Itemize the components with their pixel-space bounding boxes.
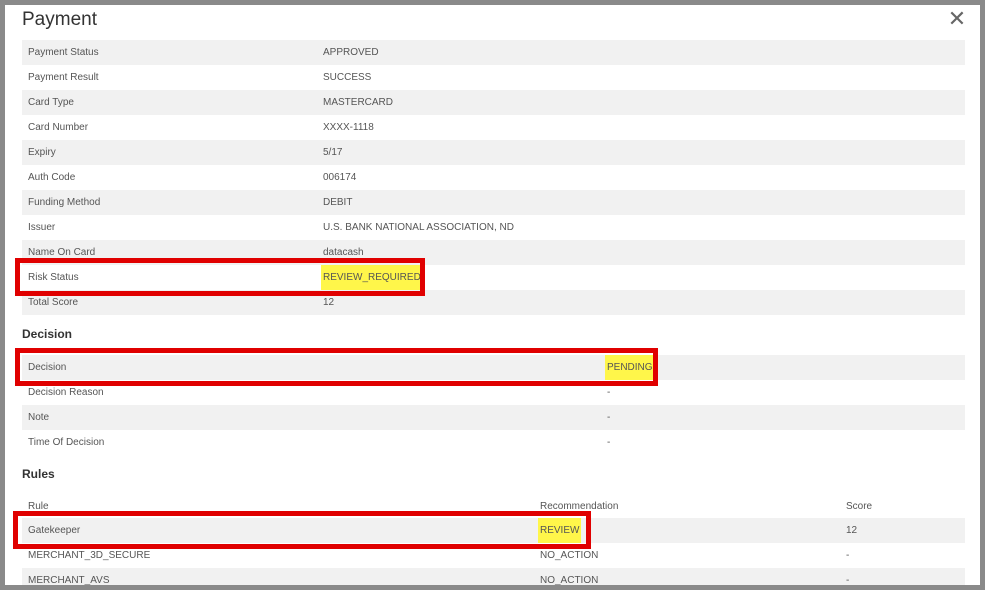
- rule-name: MERCHANT_AVS: [28, 575, 110, 585]
- row-value: 006174: [323, 172, 357, 183]
- row-value: MASTERCARD: [323, 97, 394, 108]
- rule-recommendation: NO_ACTION: [540, 575, 599, 585]
- row-value: 5/17: [323, 147, 343, 158]
- row-label: Card Type: [28, 97, 74, 108]
- rules-row: MERCHANT_AVS NO_ACTION -: [22, 568, 965, 585]
- row-label: Funding Method: [28, 197, 101, 208]
- row-label: Note: [28, 412, 50, 423]
- row-value: APPROVED: [323, 47, 379, 58]
- row-label: Payment Result: [28, 72, 99, 83]
- row-value: XXXX-1118: [323, 122, 374, 133]
- decision-heading: Decision: [22, 327, 73, 341]
- rules-col-score: Score: [846, 501, 873, 512]
- payment-row: Issuer U.S. BANK NATIONAL ASSOCIATION, N…: [22, 215, 965, 240]
- rules-heading: Rules: [22, 467, 55, 481]
- row-value: U.S. BANK NATIONAL ASSOCIATION, ND: [323, 222, 514, 233]
- rule-score: -: [846, 550, 850, 561]
- payment-row: Payment Status APPROVED: [22, 40, 965, 65]
- payment-row: Card Number XXXX-1118: [22, 115, 965, 140]
- payment-row: Expiry 5/17: [22, 140, 965, 165]
- payment-row: Funding Method DEBIT: [22, 190, 965, 215]
- payment-row: Auth Code 006174: [22, 165, 965, 190]
- row-label: Payment Status: [28, 47, 99, 58]
- payment-row: Payment Result SUCCESS: [22, 65, 965, 90]
- row-label: Expiry: [28, 147, 56, 158]
- row-label: Time Of Decision: [28, 437, 105, 448]
- row-label: Auth Code: [28, 172, 76, 183]
- annotation-box-risk-status: [15, 258, 425, 296]
- decision-row: Time Of Decision -: [22, 430, 965, 455]
- rule-score: -: [846, 575, 850, 585]
- row-label: Issuer: [28, 222, 56, 233]
- row-value: -: [607, 437, 611, 448]
- dialog-title: Payment: [22, 9, 97, 30]
- close-icon[interactable]: ✕: [945, 7, 969, 31]
- row-label: Card Number: [28, 122, 89, 133]
- row-value: SUCCESS: [323, 72, 372, 83]
- row-value: -: [607, 412, 611, 423]
- decision-row: Note -: [22, 405, 965, 430]
- payment-row: Card Type MASTERCARD: [22, 90, 965, 115]
- annotation-box-decision: [15, 348, 658, 386]
- rule-score: 12: [846, 525, 858, 536]
- payment-dialog: Payment ✕ Payment Status APPROVED Paymen…: [5, 5, 980, 585]
- row-value: DEBIT: [323, 197, 353, 208]
- annotation-box-gatekeeper: [13, 511, 591, 549]
